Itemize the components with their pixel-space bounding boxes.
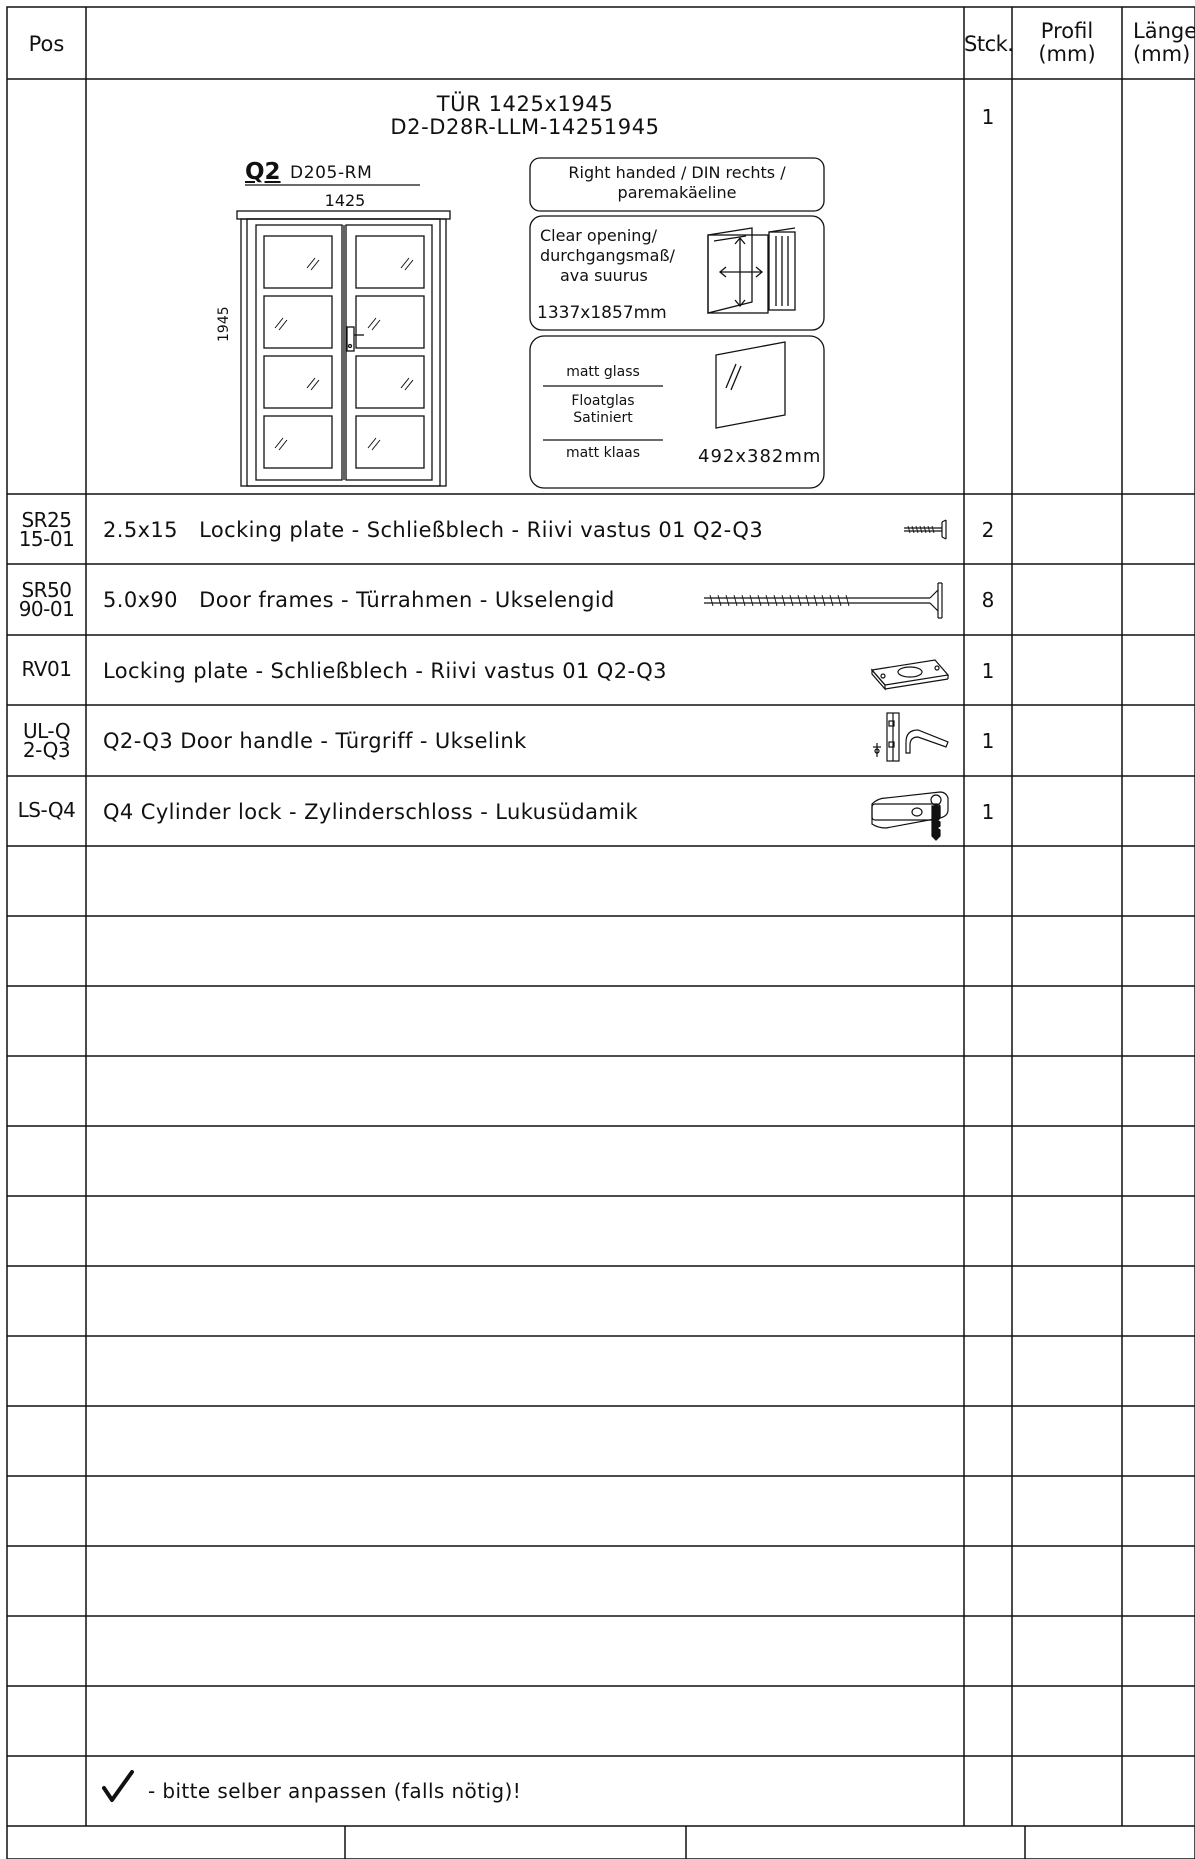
footer-note: - bitte selber anpassen (falls nötig)! <box>148 1779 522 1803</box>
checkmark-icon <box>102 1770 134 1802</box>
parts-list-sheet: Pos Stck. Profil (mm) Länge (mm) TÜR 1425x… <box>0 0 1195 1859</box>
